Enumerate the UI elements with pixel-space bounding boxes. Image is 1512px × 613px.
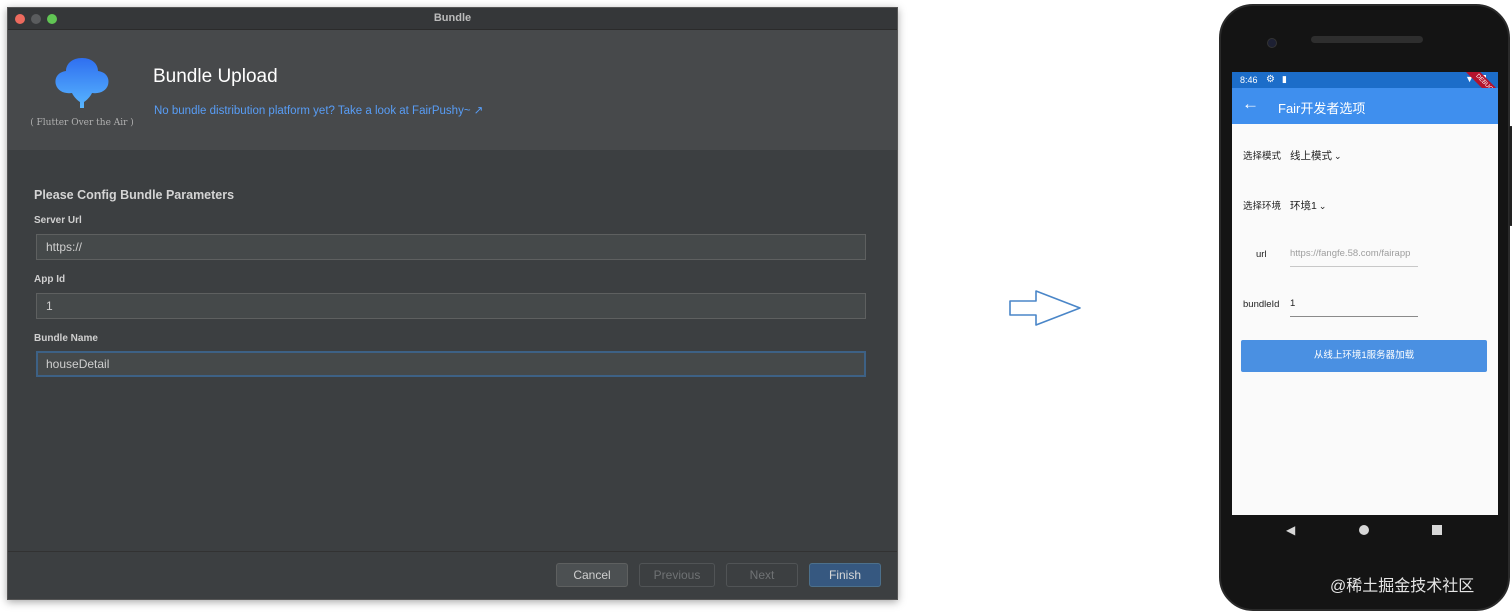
window-title: Bundle	[433, 12, 472, 24]
back-arrow-icon[interactable]: ←	[1242, 94, 1259, 114]
previous-button[interactable]: Previous	[639, 563, 715, 587]
composite-screenshot: Bundle ( Flutter Over the Air ) Bundle U…	[0, 0, 1512, 613]
nav-back-icon[interactable]: ◀	[1286, 523, 1295, 537]
fair-cloud-logo-icon	[55, 58, 109, 108]
fairpushy-link[interactable]: No bundle distribution platform yet? Tak…	[154, 103, 483, 117]
section-title: Please Config Bundle Parameters	[34, 188, 235, 202]
sd-card-status-icon: ▮	[1282, 74, 1287, 84]
dialog-header: ( Flutter Over the Air ) Bundle Upload N…	[8, 30, 897, 150]
bundle-name-label: Bundle Name	[34, 333, 98, 344]
bundle-name-input[interactable]: houseDetail	[36, 351, 866, 377]
finish-button[interactable]: Finish	[809, 563, 881, 587]
mode-label: 选择模式	[1243, 151, 1282, 162]
nav-recents-icon[interactable]	[1432, 525, 1442, 535]
env-label: 选择环境	[1243, 201, 1282, 212]
phone-screen: 8:46 ⚙ ▮ ▼ DEBUG ← Fair开发者选项 选择模式 线上模式 ⌄ …	[1232, 72, 1498, 515]
env-value: 环境1	[1290, 200, 1317, 212]
right-arrow-icon	[1009, 290, 1081, 326]
bundle-dialog: Bundle ( Flutter Over the Air ) Bundle U…	[7, 7, 898, 600]
app-id-label: App Id	[34, 274, 66, 285]
window-titlebar: Bundle	[8, 8, 897, 30]
status-bar: 8:46 ⚙ ▮ ▼ DEBUG	[1232, 72, 1498, 110]
chevron-down-icon: ⌄	[1334, 151, 1342, 161]
settings-status-icon: ⚙	[1266, 74, 1275, 85]
chevron-down-icon: ⌄	[1318, 201, 1327, 211]
dialog-title: Bundle Upload	[153, 66, 278, 87]
cancel-button[interactable]: Cancel	[556, 563, 628, 587]
dialog-body: Please Config Bundle Parameters Server U…	[8, 150, 897, 553]
mode-value: 线上模式	[1290, 150, 1332, 162]
mode-dropdown[interactable]: 线上模式 ⌄	[1290, 148, 1342, 163]
nav-home-icon[interactable]	[1359, 525, 1369, 535]
app-id-input[interactable]: 1	[36, 293, 866, 319]
bundleid-input[interactable]: 1	[1290, 298, 1295, 309]
front-camera-icon	[1267, 38, 1277, 48]
bundleid-input-underline	[1290, 316, 1418, 317]
url-input[interactable]: https://fangfe.58.com/fairapp	[1290, 248, 1418, 259]
android-nav-bar: ◀	[1232, 515, 1498, 549]
env-dropdown[interactable]: 环境1 ⌄	[1290, 198, 1326, 213]
logo-caption: ( Flutter Over the Air )	[30, 118, 134, 128]
server-url-input[interactable]: https://	[36, 234, 866, 260]
watermark: @稀土掘金技术社区	[1330, 578, 1475, 595]
earpiece-speaker	[1311, 36, 1423, 43]
app-bar: ← Fair开发者选项	[1232, 88, 1498, 124]
android-phone: 8:46 ⚙ ▮ ▼ DEBUG ← Fair开发者选项 选择模式 线上模式 ⌄ …	[1219, 4, 1512, 611]
dialog-footer: Cancel Previous Next Finish	[8, 551, 897, 599]
status-time: 8:46	[1240, 75, 1258, 85]
load-from-server-button[interactable]: 从线上环境1服务器加载	[1241, 340, 1487, 372]
url-input-underline	[1290, 266, 1418, 267]
appbar-title: Fair开发者选项	[1278, 101, 1366, 116]
url-label: url	[1256, 249, 1267, 260]
server-url-label: Server Url	[34, 215, 82, 226]
bundleid-label: bundleId	[1243, 299, 1280, 310]
next-button[interactable]: Next	[726, 563, 798, 587]
